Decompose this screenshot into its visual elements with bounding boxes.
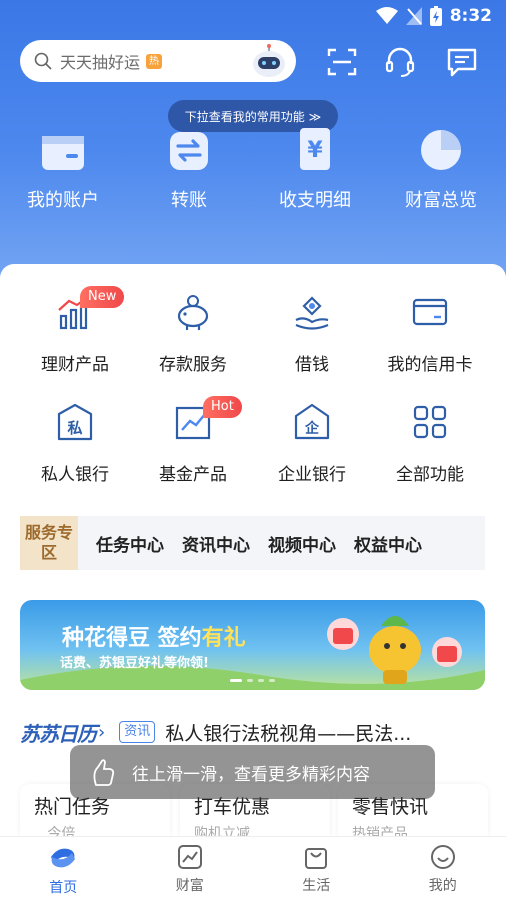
grid-icon xyxy=(413,405,447,439)
message-icon[interactable] xyxy=(446,46,478,78)
chevron-right-icon: › xyxy=(98,721,106,743)
hand-coin-icon xyxy=(295,296,329,330)
service-all-functions[interactable]: 全部功能 xyxy=(367,402,493,485)
scan-icon[interactable] xyxy=(326,46,358,78)
svg-text:¥: ¥ xyxy=(307,138,323,163)
nav-label: 财富 xyxy=(175,878,204,894)
private-bank-icon: 私 xyxy=(57,403,93,441)
nav-mine[interactable]: 我的 xyxy=(380,837,506,900)
bottom-nav: 首页 财富 生活 我的 xyxy=(0,836,506,900)
service-deposit[interactable]: 存款服务 xyxy=(130,292,256,375)
statement-icon: ¥ xyxy=(300,128,330,170)
nav-wealth[interactable]: 财富 xyxy=(127,837,254,900)
customer-service-icon[interactable] xyxy=(384,46,416,78)
wealth-icon xyxy=(177,845,202,869)
service-zone-bar: 服务专区 任务中心 资讯中心 视频中心 权益中心 xyxy=(20,516,485,570)
service-label: 我的信用卡 xyxy=(387,355,473,375)
swipe-up-icon xyxy=(93,759,115,786)
transfer-icon xyxy=(170,132,208,170)
service-wealth-products[interactable]: 理财产品 New xyxy=(12,286,138,375)
home-icon xyxy=(51,848,76,868)
quick-action-label: 财富总览 xyxy=(405,190,477,211)
quick-action-transfer[interactable]: 转账 xyxy=(126,124,252,212)
service-enterprise-banking[interactable]: 企 企业银行 xyxy=(249,402,375,485)
scroll-hint-text: 往上滑一滑，查看更多精彩内容 xyxy=(132,764,370,785)
pie-chart-icon xyxy=(421,130,461,170)
banner-title: 种花得豆 签约有礼 xyxy=(62,626,246,651)
status-bar: 8:32 xyxy=(0,0,506,34)
news-logo: 苏苏日历 xyxy=(20,721,97,746)
quick-action-label: 我的账户 xyxy=(27,190,99,211)
quick-action-label: 转账 xyxy=(171,190,207,211)
robot-assistant-icon[interactable] xyxy=(250,42,288,80)
service-label: 企业银行 xyxy=(278,465,346,485)
nav-label: 生活 xyxy=(302,878,331,894)
hot-badge: Hot xyxy=(203,396,242,418)
service-label: 理财产品 xyxy=(41,355,109,375)
life-bag-icon xyxy=(305,848,328,869)
battery-charging-icon xyxy=(429,6,442,26)
task-center-link[interactable]: 任务中心 xyxy=(96,531,164,556)
nav-life[interactable]: 生活 xyxy=(253,837,380,900)
news-headline: 私人银行法税视角——民法... xyxy=(165,722,412,745)
search-placeholder: 天天抽好运 xyxy=(60,53,141,72)
service-zone-tag: 服务专区 xyxy=(20,516,78,570)
service-label: 私人银行 xyxy=(41,465,109,485)
svg-text:企: 企 xyxy=(304,420,320,437)
nav-home[interactable]: 首页 xyxy=(0,837,127,900)
piggy-bank-icon xyxy=(177,295,209,330)
news-center-link[interactable]: 资讯中心 xyxy=(182,531,250,556)
quick-action-wealth-overview[interactable]: 财富总览 xyxy=(378,124,504,212)
no-signal-icon xyxy=(405,7,422,25)
scroll-hint-toast: 往上滑一滑，查看更多精彩内容 xyxy=(70,745,435,799)
quick-action-statement[interactable]: ¥ 收支明细 xyxy=(252,124,378,212)
benefits-center-link[interactable]: 权益中心 xyxy=(354,531,422,556)
news-tag: 资讯 xyxy=(119,721,156,743)
service-fund-products[interactable]: 基金产品 Hot xyxy=(130,396,256,485)
search-bar[interactable]: 天天抽好运 热 xyxy=(20,40,296,82)
video-center-link[interactable]: 视频中心 xyxy=(268,531,336,556)
banner-subtitle: 话费、苏银豆好礼等你领! xyxy=(60,656,209,671)
hot-badge: 热 xyxy=(146,53,163,69)
wifi-icon xyxy=(375,7,398,24)
nav-label: 首页 xyxy=(49,880,78,896)
new-badge: New xyxy=(80,286,125,308)
wallet-icon xyxy=(42,136,84,170)
service-label: 基金产品 xyxy=(159,465,227,485)
service-label: 借钱 xyxy=(295,355,329,375)
quick-action-my-account[interactable]: 我的账户 xyxy=(0,124,126,212)
status-time: 8:32 xyxy=(449,6,492,26)
service-private-banking[interactable]: 私 私人银行 xyxy=(12,402,138,485)
enterprise-icon: 企 xyxy=(294,403,330,440)
carousel-dots xyxy=(230,679,275,682)
service-label: 存款服务 xyxy=(159,355,227,375)
promo-banner[interactable]: 种花得豆 签约有礼 话费、苏银豆好礼等你领! xyxy=(20,600,485,690)
mascot-illustration xyxy=(327,616,462,684)
profile-icon xyxy=(430,845,455,869)
svg-text:私: 私 xyxy=(66,419,82,437)
service-credit-card[interactable]: 我的信用卡 xyxy=(367,292,493,375)
nav-label: 我的 xyxy=(428,878,457,894)
service-borrow[interactable]: 借钱 xyxy=(249,292,375,375)
quick-action-label: 收支明细 xyxy=(279,190,351,211)
service-label: 全部功能 xyxy=(396,465,464,485)
credit-card-icon xyxy=(412,298,448,326)
search-icon xyxy=(34,52,52,70)
